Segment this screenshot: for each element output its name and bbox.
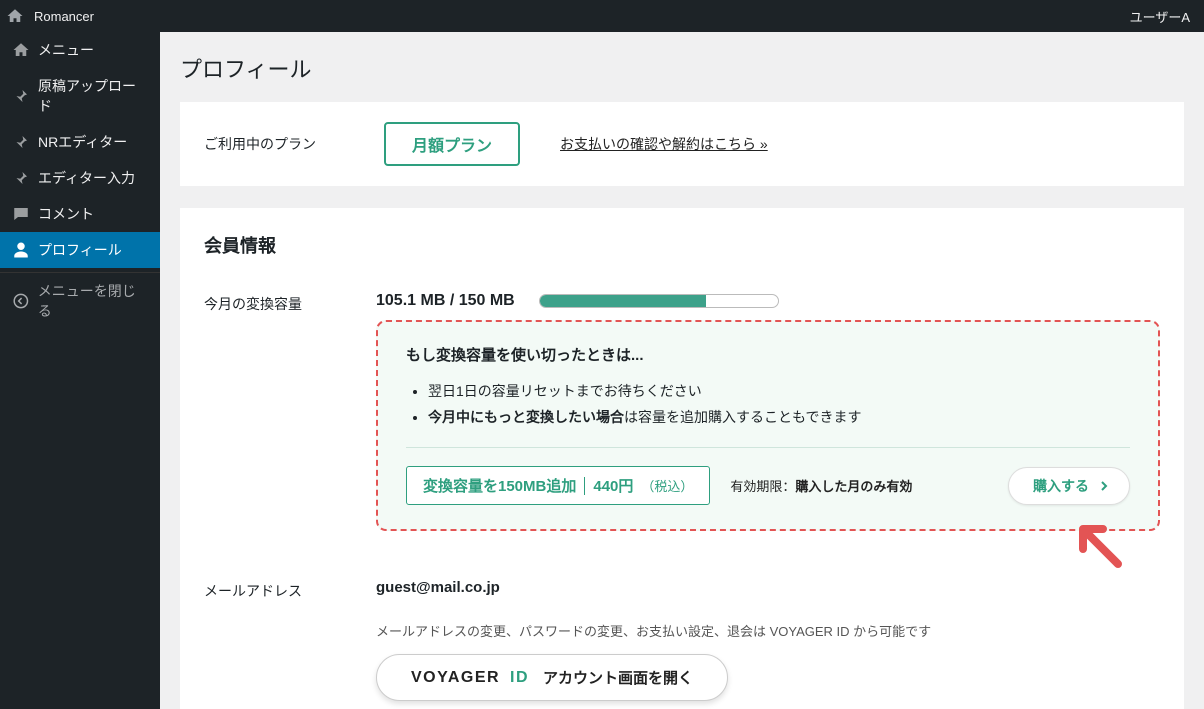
capacity-value: 105.1 MB / 150 MB	[376, 292, 515, 310]
voyager-id-logo: VOYAGER ID	[411, 669, 529, 687]
annotation-arrow	[1068, 514, 1128, 579]
capacity-progress	[539, 294, 779, 308]
voyager-button-label: アカウント画面を開く	[543, 667, 693, 688]
callout-bullet-2: 今月中にもっと変換したい場合は容量を追加購入することもできます	[428, 407, 1130, 427]
plan-panel: ご利用中のプラン 月額プラン お支払いの確認や解約はこちら »	[180, 102, 1184, 186]
sidebar-item-upload[interactable]: 原稿アップロード	[0, 68, 160, 124]
sidebar-item-label: メニュー	[38, 40, 94, 60]
buy-button[interactable]: 購入する	[1008, 467, 1130, 505]
sidebar-item-comments[interactable]: コメント	[0, 196, 160, 232]
offer-validity: 有効期限：購入した月のみ有効	[730, 476, 912, 495]
comment-icon	[12, 205, 30, 223]
capacity-callout: もし変換容量を使い切ったときは... 翌日1日の容量リセットまでお待ちください …	[376, 320, 1160, 531]
member-panel: 会員情報 今月の変換容量 105.1 MB / 150 MB もし変換容量を使い…	[180, 208, 1184, 709]
sidebar-item-menu[interactable]: メニュー	[0, 32, 160, 68]
pin-icon	[12, 133, 30, 151]
offer-price: 440円	[593, 475, 633, 496]
chevron-right-icon	[1099, 481, 1109, 491]
sidebar-item-nreditor[interactable]: NRエディター	[0, 124, 160, 160]
sidebar-item-label: コメント	[38, 204, 94, 224]
sidebar-collapse-label: メニューを閉じる	[38, 281, 148, 321]
user-icon	[12, 241, 30, 259]
pin-icon	[12, 87, 30, 105]
page-title: プロフィール	[180, 52, 1184, 84]
voyager-id-button[interactable]: VOYAGER ID アカウント画面を開く	[376, 654, 728, 701]
offer-box: 変換容量を150MB追加 440円 （税込）	[406, 466, 710, 505]
capacity-progress-bar	[540, 295, 707, 307]
admin-sidebar: メニュー 原稿アップロード NRエディター エディター入力 コメント プロフィー…	[0, 32, 160, 709]
plan-label: ご利用中のプラン	[204, 134, 344, 154]
home-icon	[12, 41, 30, 59]
email-value: guest@mail.co.jp	[376, 579, 1160, 596]
sidebar-item-label: NRエディター	[38, 132, 127, 152]
offer-main: 変換容量を150MB追加	[423, 475, 576, 496]
plan-button[interactable]: 月額プラン	[384, 122, 520, 166]
buy-button-label: 購入する	[1033, 476, 1089, 496]
callout-title: もし変換容量を使い切ったときは...	[406, 344, 1130, 365]
sidebar-item-profile[interactable]: プロフィール	[0, 232, 160, 268]
sidebar-collapse[interactable]: メニューを閉じる	[0, 272, 160, 329]
email-label: メールアドレス	[204, 579, 344, 601]
collapse-icon	[12, 292, 30, 310]
capacity-label: 今月の変換容量	[204, 292, 344, 314]
sidebar-item-label: 原稿アップロード	[38, 76, 148, 116]
member-section-title: 会員情報	[204, 232, 1160, 258]
sidebar-item-editorinput[interactable]: エディター入力	[0, 160, 160, 196]
user-menu[interactable]: ユーザーA	[1126, 7, 1194, 26]
voyager-note: メールアドレスの変更、パスワードの変更、お支払い設定、退会は VOYAGER I…	[376, 621, 931, 640]
offer-price-sub: （税込）	[641, 476, 693, 495]
sidebar-item-label: エディター入力	[38, 168, 135, 188]
admin-topbar: Romancer ユーザーA	[0, 0, 1204, 32]
callout-bullet-1: 翌日1日の容量リセットまでお待ちください	[428, 381, 1130, 401]
payment-link[interactable]: お支払いの確認や解約はこちら »	[560, 134, 768, 154]
pin-icon	[12, 169, 30, 187]
main-content: プロフィール ご利用中のプラン 月額プラン お支払いの確認や解約はこちら » 会…	[160, 32, 1204, 709]
home-icon	[6, 7, 24, 25]
sidebar-item-label: プロフィール	[38, 240, 122, 260]
site-name[interactable]: Romancer	[30, 9, 98, 24]
